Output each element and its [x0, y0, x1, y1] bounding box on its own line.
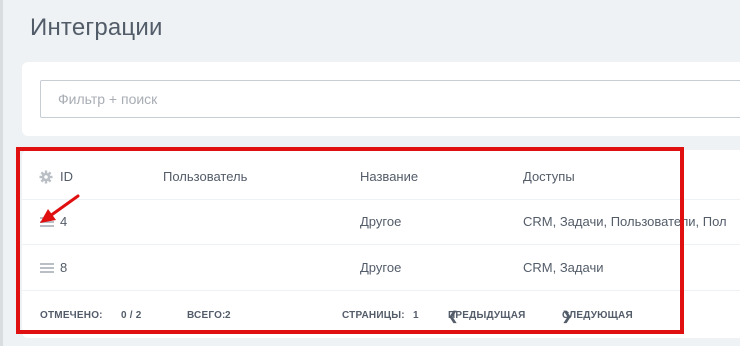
checked-label: ОТМЕЧЕНО:	[40, 310, 103, 321]
gear-icon[interactable]	[39, 170, 53, 184]
grid-footer: ОТМЕЧЕНО: 0 / 2 ВСЕГО: 2 СТРАНИЦЫ: 1 ❮ П…	[22, 294, 740, 334]
cell-access: CRM, Задачи, Пользователи, Пол	[523, 214, 727, 229]
grid-settings[interactable]	[30, 155, 53, 199]
page-number[interactable]: 1	[413, 294, 419, 338]
integrations-grid: ID Пользователь Название Доступы 4 Друго…	[22, 150, 740, 338]
row-menu[interactable]	[30, 246, 54, 290]
column-header-access[interactable]: Доступы	[523, 155, 740, 199]
table-row[interactable]: 4 Другое CRM, Задачи, Пользователи, Пол	[22, 200, 740, 245]
total-label: ВСЕГО:	[187, 310, 226, 321]
filter-search-input[interactable]: Фильтр + поиск	[40, 80, 740, 118]
column-header-name[interactable]: Название	[360, 155, 418, 199]
cell-name: Другое	[360, 260, 402, 275]
pages-label: СТРАНИЦЫ:	[342, 310, 405, 321]
drag-handle-icon[interactable]	[40, 217, 54, 227]
drag-handle-icon[interactable]	[40, 263, 54, 273]
cell-access: CRM, Задачи	[523, 260, 604, 275]
grid-header-row: ID Пользователь Название Доступы	[22, 155, 740, 200]
left-edge	[0, 0, 3, 346]
checked-value: 0 / 2	[121, 310, 142, 321]
row-menu[interactable]	[30, 200, 54, 244]
cell-name: Другое	[360, 214, 402, 229]
filter-panel: Фильтр + поиск	[22, 62, 740, 136]
table-row[interactable]: 8 Другое CRM, Задачи	[22, 246, 740, 291]
cell-id: 4	[60, 214, 68, 229]
column-header-id[interactable]: ID	[60, 155, 73, 199]
chevron-right-icon: ❯	[562, 309, 573, 323]
column-header-user[interactable]: Пользователь	[163, 155, 247, 199]
page-title: Интеграции	[30, 14, 163, 41]
cell-id: 8	[60, 260, 68, 275]
total-value: 2	[225, 310, 231, 321]
next-page-label: СЛЕДУЮЩАЯ	[562, 310, 633, 321]
prev-page-label: ПРЕДЫДУЩАЯ	[448, 310, 526, 321]
